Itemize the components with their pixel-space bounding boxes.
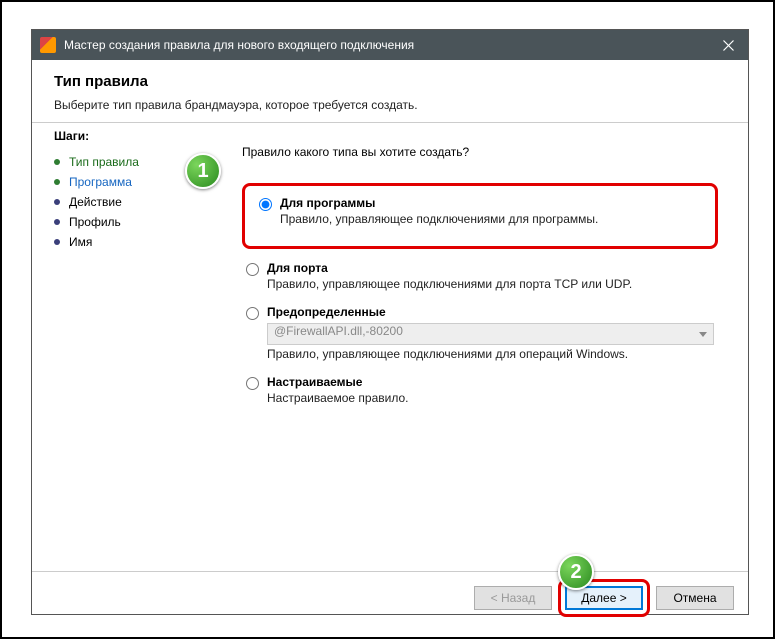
predefined-combo[interactable]: @FirewallAPI.dll,-80200	[267, 323, 714, 345]
header: Тип правила Выберите тип правила брандма…	[32, 60, 748, 122]
option-title: Предопределенные	[267, 305, 714, 319]
radio-program[interactable]	[259, 198, 272, 211]
option-desc: Правило, управляющее подключениями для п…	[280, 212, 701, 226]
close-icon	[723, 40, 734, 51]
step-label: Профиль	[69, 215, 121, 229]
option-desc: Правило, управляющее подключениями для п…	[267, 277, 714, 291]
body: Шаги: Тип правила Программа Действие Про…	[32, 123, 748, 571]
wizard-window: Мастер создания правила для нового входя…	[31, 29, 749, 615]
radio-custom[interactable]	[246, 377, 259, 390]
bullet-icon	[54, 219, 60, 225]
back-button[interactable]: < Назад	[474, 586, 552, 610]
option-desc: Правило, управляющее подключениями для о…	[267, 347, 714, 361]
option-predefined[interactable]: Предопределенные @FirewallAPI.dll,-80200…	[242, 303, 718, 363]
callout-2: 2	[558, 554, 594, 590]
content: Правило какого типа вы хотите создать? Д…	[232, 123, 748, 571]
step-label: Действие	[69, 195, 122, 209]
option-desc: Настраиваемое правило.	[267, 391, 714, 405]
page-subtitle: Выберите тип правила брандмауэра, которо…	[54, 98, 726, 112]
step-action[interactable]: Действие	[54, 192, 232, 212]
callout-1: 1	[185, 153, 221, 189]
sidebar-title: Шаги:	[54, 129, 232, 143]
firewall-icon	[40, 37, 56, 53]
option-title: Для порта	[267, 261, 714, 275]
option-program[interactable]: Для программы Правило, управляющее подкл…	[255, 194, 705, 228]
option-title: Для программы	[280, 196, 701, 210]
cancel-button[interactable]: Отмена	[656, 586, 734, 610]
highlight-option-1: Для программы Правило, управляющее подкл…	[242, 183, 718, 249]
window-title: Мастер создания правила для нового входя…	[64, 38, 708, 52]
step-label: Тип правила	[69, 155, 139, 169]
page-title: Тип правила	[54, 73, 726, 90]
footer: < Назад Далее > Отмена	[32, 571, 748, 623]
step-profile[interactable]: Профиль	[54, 212, 232, 232]
titlebar: Мастер создания правила для нового входя…	[32, 30, 748, 60]
bullet-icon	[54, 239, 60, 245]
step-label: Имя	[69, 235, 92, 249]
option-title: Настраиваемые	[267, 375, 714, 389]
step-label: Программа	[69, 175, 132, 189]
bullet-icon	[54, 159, 60, 165]
radio-predefined[interactable]	[246, 307, 259, 320]
close-button[interactable]	[708, 30, 748, 60]
radio-port[interactable]	[246, 263, 259, 276]
sidebar: Шаги: Тип правила Программа Действие Про…	[32, 123, 232, 571]
option-port[interactable]: Для порта Правило, управляющее подключен…	[242, 259, 718, 293]
screenshot-frame: Мастер создания правила для нового входя…	[0, 0, 775, 639]
step-name[interactable]: Имя	[54, 232, 232, 252]
bullet-icon	[54, 179, 60, 185]
prompt-text: Правило какого типа вы хотите создать?	[242, 145, 718, 159]
option-custom[interactable]: Настраиваемые Настраиваемое правило.	[242, 373, 718, 407]
bullet-icon	[54, 199, 60, 205]
